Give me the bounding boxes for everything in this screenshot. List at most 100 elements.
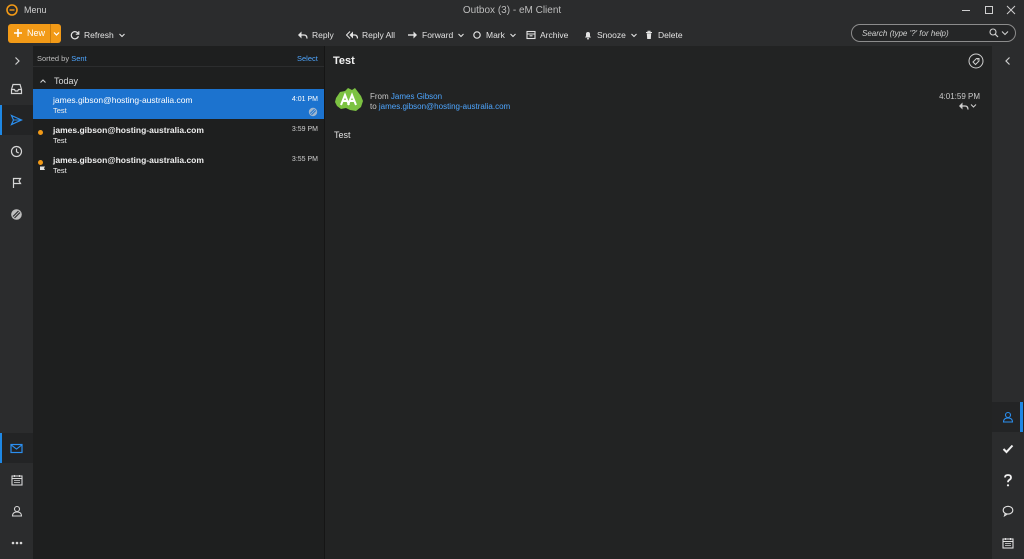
contacts-button[interactable] bbox=[0, 496, 33, 526]
search-input[interactable] bbox=[862, 28, 987, 39]
circle-icon bbox=[473, 31, 481, 39]
search-icon[interactable] bbox=[989, 28, 999, 38]
sort-value[interactable]: Sent bbox=[71, 54, 86, 63]
archive-button[interactable]: Archive bbox=[526, 29, 568, 41]
new-button-divider bbox=[50, 24, 51, 43]
archive-icon bbox=[526, 30, 536, 40]
message-subject: Test bbox=[53, 166, 67, 175]
australia-logo-icon bbox=[335, 88, 363, 111]
active-indicator bbox=[0, 105, 2, 135]
message-row[interactable]: james.gibson@hosting-australia.com Test … bbox=[33, 89, 324, 119]
mark-button[interactable]: Mark bbox=[472, 29, 517, 41]
sent-icon bbox=[10, 114, 23, 126]
mail-icon bbox=[10, 443, 23, 453]
window-title: Outbox (3) - eM Client bbox=[462, 5, 562, 16]
minimize-button[interactable] bbox=[955, 2, 977, 18]
reply-button[interactable]: Reply bbox=[297, 29, 334, 41]
message-time: 3:55 PM bbox=[291, 156, 318, 163]
maximize-button[interactable] bbox=[978, 2, 1000, 18]
select-link[interactable]: Select bbox=[297, 54, 318, 63]
reply-icon bbox=[298, 31, 308, 39]
tag-icon bbox=[968, 53, 984, 69]
inbox-icon bbox=[10, 83, 23, 95]
sender-avatar bbox=[334, 87, 364, 113]
active-indicator bbox=[1020, 402, 1023, 432]
calendar-button[interactable] bbox=[0, 465, 33, 495]
flagged-button[interactable] bbox=[0, 168, 33, 198]
flag-icon[interactable] bbox=[39, 166, 46, 174]
chevron-down-icon[interactable] bbox=[1001, 30, 1009, 36]
reply-all-button[interactable]: Reply All bbox=[346, 29, 395, 41]
sort-control[interactable]: Sorted by Sent bbox=[37, 54, 87, 63]
reply-all-label: Reply All bbox=[362, 30, 396, 40]
more-button[interactable] bbox=[0, 528, 33, 558]
chevron-down-icon bbox=[118, 33, 125, 38]
delete-label: Delete bbox=[658, 30, 683, 40]
from-name-link[interactable]: James Gibson bbox=[391, 92, 442, 101]
unread-dot bbox=[38, 130, 43, 135]
calendar-icon bbox=[1002, 538, 1014, 549]
trash-icon bbox=[646, 30, 652, 39]
message-from: james.gibson@hosting-australia.com bbox=[53, 125, 204, 135]
help-button[interactable] bbox=[992, 465, 1024, 495]
chevron-down-icon bbox=[510, 33, 516, 38]
sort-label: Sorted by bbox=[37, 54, 70, 63]
chevron-right-icon bbox=[14, 57, 20, 65]
reply-all-icon bbox=[346, 31, 358, 39]
inbox-button[interactable] bbox=[0, 74, 33, 104]
sent-button[interactable] bbox=[0, 105, 33, 135]
close-window-button[interactable] bbox=[1000, 2, 1022, 18]
active-indicator bbox=[0, 433, 2, 463]
junk-button[interactable] bbox=[0, 199, 33, 229]
new-button[interactable]: New bbox=[8, 24, 61, 43]
search-box[interactable] bbox=[851, 24, 1016, 42]
archive-label: Archive bbox=[540, 30, 569, 40]
chevron-down-icon[interactable] bbox=[53, 30, 60, 37]
message-row[interactable]: james.gibson@hosting-australia.com Test … bbox=[33, 119, 324, 149]
blocked-icon bbox=[11, 208, 22, 220]
group-header[interactable]: Today bbox=[54, 76, 78, 86]
delete-button[interactable]: Delete bbox=[644, 29, 683, 41]
forward-icon bbox=[408, 31, 417, 39]
snooze-button[interactable]: Snooze bbox=[583, 29, 638, 41]
plus-icon bbox=[14, 29, 22, 37]
from-line: From James Gibson bbox=[370, 92, 442, 101]
mail-button[interactable] bbox=[0, 433, 33, 463]
message-from: james.gibson@hosting-australia.com bbox=[53, 95, 193, 105]
blocked-icon bbox=[308, 107, 318, 117]
contacts-icon bbox=[1002, 411, 1014, 423]
refresh-button[interactable]: Refresh bbox=[70, 29, 126, 41]
divider bbox=[33, 66, 324, 67]
message-subject-heading: Test bbox=[333, 55, 355, 67]
message-row[interactable]: james.gibson@hosting-australia.com Test … bbox=[33, 149, 324, 179]
reply-menu-button[interactable] bbox=[958, 101, 978, 111]
collapse-panel-button[interactable] bbox=[992, 46, 1024, 76]
tag-button[interactable] bbox=[968, 53, 984, 69]
help-icon bbox=[1004, 473, 1012, 486]
agenda-button[interactable] bbox=[992, 528, 1024, 558]
message-time: 4:01 PM bbox=[291, 96, 318, 103]
chevron-left-icon bbox=[1005, 57, 1010, 65]
chevron-down-icon bbox=[630, 33, 637, 38]
reply-label: Reply bbox=[312, 30, 334, 40]
reading-pane bbox=[325, 46, 992, 559]
message-body: Test bbox=[334, 130, 351, 140]
tasks-button[interactable] bbox=[992, 434, 1024, 464]
reply-icon bbox=[959, 102, 977, 110]
refresh-label: Refresh bbox=[84, 30, 114, 40]
new-button-label: New bbox=[27, 28, 46, 38]
forward-button[interactable]: Forward bbox=[407, 29, 465, 41]
to-line: to james.gibson@hosting-australia.com bbox=[370, 102, 510, 111]
from-label: From bbox=[370, 92, 389, 101]
expand-sidebar-button[interactable] bbox=[0, 46, 33, 76]
chevron-up-icon[interactable] bbox=[39, 77, 47, 85]
to-address-link[interactable]: james.gibson@hosting-australia.com bbox=[379, 102, 510, 111]
chat-button[interactable] bbox=[992, 496, 1024, 526]
scheduled-button[interactable] bbox=[0, 136, 33, 166]
chevron-down-icon bbox=[458, 33, 465, 38]
message-subject: Test bbox=[53, 106, 67, 115]
calendar-icon bbox=[10, 475, 23, 486]
bell-icon bbox=[585, 32, 591, 40]
message-time: 3:59 PM bbox=[291, 126, 318, 133]
more-icon bbox=[11, 541, 22, 545]
